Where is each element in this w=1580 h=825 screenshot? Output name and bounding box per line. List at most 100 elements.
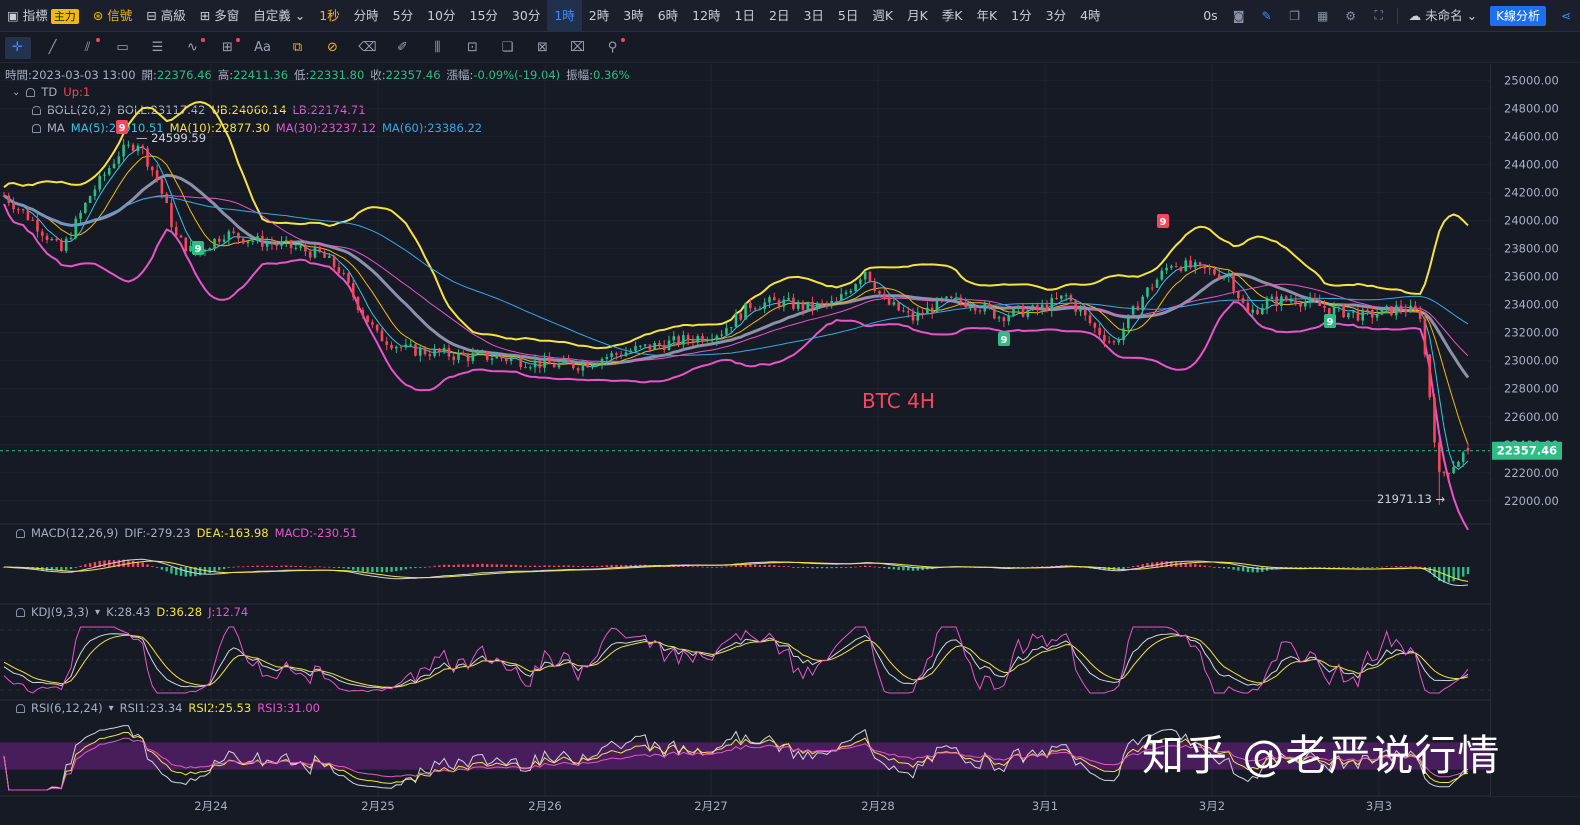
bell-icon[interactable]: [32, 123, 41, 133]
parallel-channel-icon[interactable]: ⫽: [75, 37, 101, 59]
boll-legend[interactable]: BOLL(20,2) BOLL:23117.42 UB:24060.14 LB:221…: [32, 103, 372, 117]
candle-body: [1189, 260, 1192, 268]
macd-bar: [1289, 567, 1293, 568]
macd-bar: [26, 567, 30, 570]
magic-icon[interactable]: ⚲: [600, 37, 626, 59]
interval-19[interactable]: 1分: [1004, 0, 1038, 32]
chevron-down-icon[interactable]: ▾: [109, 703, 114, 714]
interval-20[interactable]: 3分: [1039, 0, 1073, 32]
line-tool-icon[interactable]: ╱: [40, 37, 66, 59]
text-tool-icon[interactable]: Aa: [250, 37, 276, 59]
interval-18[interactable]: 年K: [969, 0, 1004, 32]
interval-2[interactable]: 5分: [386, 0, 420, 32]
macd-bar: [423, 566, 427, 568]
candle-body: [442, 347, 446, 352]
trash-icon[interactable]: ⌧: [565, 37, 591, 59]
kline-analysis-button[interactable]: K線分析: [1490, 5, 1546, 26]
candle-body: [347, 273, 350, 284]
template-icon[interactable]: ⊠: [530, 37, 556, 59]
bell-icon[interactable]: [26, 87, 36, 97]
rsi-legend[interactable]: RSI(6,12,24) ▾ RSI1:23.34 RSI2:25.53 RSI3:31…: [16, 701, 326, 715]
share-icon[interactable]: ⋖: [1558, 8, 1574, 24]
macd-bar: [313, 566, 317, 568]
lock-icon[interactable]: ⊡: [460, 37, 486, 59]
fib-lines-icon[interactable]: ☰: [145, 37, 171, 59]
interval-10[interactable]: 12時: [685, 0, 727, 32]
multi-window-button[interactable]: ⊞ 多窗: [193, 0, 246, 32]
candle-body: [806, 301, 810, 310]
indicator-button[interactable]: ▣ 指標 主力: [0, 0, 86, 32]
layout-name-dropdown[interactable]: ☁ 未命名 ⌄: [1402, 0, 1484, 32]
candle-body: [198, 250, 202, 255]
fullscreen-icon[interactable]: ⛶: [1371, 8, 1387, 24]
interval-9[interactable]: 6時: [651, 0, 685, 32]
signal-button[interactable]: ⊛ 信號: [86, 0, 139, 32]
magnet-icon[interactable]: ⊘: [320, 37, 346, 59]
interval-8[interactable]: 3時: [616, 0, 650, 32]
interval-12[interactable]: 2日: [762, 0, 796, 32]
macd-bar: [533, 565, 537, 567]
calculator-icon[interactable]: ▦: [1315, 8, 1331, 24]
macd-bar: [328, 566, 331, 568]
interval-15[interactable]: 週K: [865, 0, 900, 32]
measure-icon[interactable]: ⊞: [215, 37, 241, 59]
gear-icon[interactable]: ⚙: [1343, 8, 1359, 24]
macd-bar: [447, 564, 451, 567]
rectangle-icon[interactable]: ▭: [110, 37, 136, 59]
candle-body: [165, 193, 168, 204]
candle-body: [313, 246, 317, 258]
interval-21[interactable]: 4時: [1073, 0, 1107, 32]
candle-body: [820, 302, 824, 304]
wave-icon[interactable]: ∿: [180, 37, 206, 59]
macd-bar: [1375, 567, 1379, 568]
interval-16[interactable]: 月K: [900, 0, 935, 32]
candle-body: [1002, 317, 1006, 322]
pattern-icon[interactable]: ⧉: [285, 37, 311, 59]
custom-interval-dropdown[interactable]: 自定義 ⌄: [246, 0, 312, 32]
interval-5[interactable]: 30分: [505, 0, 547, 32]
camera-icon[interactable]: ◙: [1231, 8, 1247, 24]
crosshair-icon[interactable]: ✛: [4, 36, 31, 59]
interval-11[interactable]: 1日: [728, 0, 762, 32]
candle-body: [1021, 305, 1025, 317]
eraser-icon[interactable]: ⌫: [355, 37, 381, 59]
interval-17[interactable]: 季K: [935, 0, 970, 32]
candle-body: [428, 354, 432, 357]
interval-13[interactable]: 3日: [796, 0, 830, 32]
interval-4[interactable]: 15分: [463, 0, 505, 32]
bell-icon[interactable]: [16, 703, 25, 713]
interval-1[interactable]: 分時: [347, 0, 386, 32]
interval-0[interactable]: 1秒: [312, 0, 346, 32]
macd-legend[interactable]: MACD(12,26,9) DIF:-279.23 DEA:-163.98 MACD:…: [16, 526, 363, 540]
compare-icon[interactable]: ⫼: [425, 37, 451, 59]
x-tick-label: 3月3: [1366, 799, 1392, 813]
macd-bar: [395, 567, 398, 572]
bell-icon[interactable]: [16, 607, 25, 617]
interval-14[interactable]: 5日: [831, 0, 865, 32]
macd-bar: [495, 564, 498, 567]
bell-icon[interactable]: [32, 105, 41, 115]
candle-body: [438, 348, 441, 352]
bell-icon[interactable]: [16, 528, 25, 538]
chevron-down-icon[interactable]: ▾: [95, 607, 100, 618]
advanced-button[interactable]: ⊟ 高級: [139, 0, 192, 32]
macd-bar: [1093, 567, 1097, 570]
candle-body: [1213, 269, 1216, 275]
interval-7[interactable]: 2時: [582, 0, 616, 32]
brush-icon[interactable]: ✐: [390, 37, 416, 59]
interval-6[interactable]: 1時: [547, 0, 582, 32]
layers-icon[interactable]: ❏: [495, 37, 521, 59]
pencil-icon[interactable]: ✎: [1259, 8, 1275, 24]
interval-3[interactable]: 10分: [420, 0, 462, 32]
macd-bar: [189, 567, 192, 577]
kdj-legend[interactable]: KDJ(9,3,3) ▾ K:28.43 D:36.28 J:12.74: [16, 605, 254, 619]
x-tick-label: 2月26: [528, 799, 561, 813]
macd-bar: [725, 566, 728, 568]
chevron-down-icon[interactable]: ⌄: [12, 87, 20, 98]
ma-legend[interactable]: MA MA(5):22910.51 MA(10):22877.30 MA(30):23…: [32, 121, 488, 135]
candle-body: [79, 212, 82, 219]
candle-body: [586, 363, 589, 368]
macd-bar: [677, 565, 680, 567]
td-legend[interactable]: ⌄ TD Up:1: [12, 85, 96, 99]
window-icon[interactable]: ❐: [1287, 8, 1303, 24]
